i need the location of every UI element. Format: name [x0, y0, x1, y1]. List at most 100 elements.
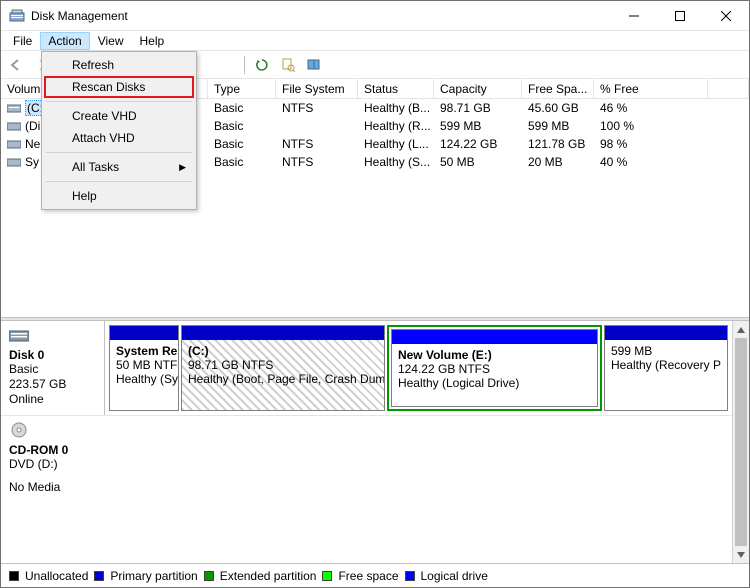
partition-c[interactable]: (C:) 98.71 GB NTFS Healthy (Boot, Page F… — [181, 325, 385, 411]
legend: Unallocated Primary partition Extended p… — [1, 563, 749, 587]
menu-action[interactable]: Action — [40, 32, 89, 50]
cell: 46 % — [594, 98, 708, 118]
disk-row-cdrom: CD-ROM 0 DVD (D:) No Media — [1, 416, 749, 516]
disk-icon — [9, 327, 29, 343]
close-button[interactable] — [703, 1, 749, 31]
cell: Basic — [208, 134, 276, 154]
cell: 599 MB — [522, 116, 594, 136]
menu-refresh[interactable]: Refresh — [44, 54, 194, 76]
back-button[interactable] — [5, 54, 27, 76]
volume-name: (Di — [25, 119, 40, 133]
disk-management-window: Disk Management File Action View Help Re… — [0, 0, 750, 588]
action-dropdown: Refresh Rescan Disks Create VHD Attach V… — [41, 51, 197, 210]
cell: Healthy (B... — [358, 98, 434, 118]
col-free[interactable]: Free Spa... — [522, 79, 594, 98]
cdrom-header[interactable]: CD-ROM 0 DVD (D:) No Media — [1, 416, 201, 516]
properties-icon[interactable] — [277, 54, 299, 76]
drive-icon — [7, 102, 21, 114]
col-type[interactable]: Type — [208, 79, 276, 98]
partition-recovery[interactable]: 599 MB Healthy (Recovery P — [604, 325, 728, 411]
help-icon[interactable] — [303, 54, 325, 76]
swatch-free — [322, 571, 332, 581]
col-volume[interactable]: Volume — [1, 79, 43, 98]
menu-help-item[interactable]: Help — [44, 185, 194, 207]
refresh-icon[interactable] — [251, 54, 273, 76]
partition-name: New Volume (E:) — [398, 348, 591, 362]
partition-status: Healthy (Sy — [116, 372, 172, 386]
cell: Healthy (R... — [358, 116, 434, 136]
maximize-button[interactable] — [657, 1, 703, 31]
disk-header[interactable]: Disk 0 Basic 223.57 GB Online — [1, 321, 105, 415]
volume-name: Ne — [25, 137, 40, 151]
scroll-up-icon[interactable] — [733, 321, 749, 338]
app-icon — [9, 8, 25, 24]
cell: 45.60 GB — [522, 98, 594, 118]
menu-view[interactable]: View — [90, 32, 132, 50]
partition-name: System Re — [116, 344, 172, 358]
cdrom-icon — [9, 422, 29, 438]
partition-size: 599 MB — [611, 344, 721, 358]
cell: NTFS — [276, 152, 358, 172]
disk-type: Basic — [9, 362, 96, 377]
menu-all-tasks-label: All Tasks — [72, 160, 119, 174]
swatch-unallocated — [9, 571, 19, 581]
cell: 40 % — [594, 152, 708, 172]
partition-bar — [605, 326, 727, 340]
scroll-down-icon[interactable] — [733, 546, 749, 563]
cdrom-name: CD-ROM 0 — [9, 443, 193, 457]
partition-status: Healthy (Recovery P — [611, 358, 721, 372]
cell: 98.71 GB — [434, 98, 522, 118]
partition-bar — [182, 326, 384, 340]
partition-size: 124.22 GB NTFS — [398, 362, 591, 376]
vertical-scrollbar[interactable] — [732, 321, 749, 563]
partition-size: 98.71 GB NTFS — [188, 358, 378, 372]
legend-label: Unallocated — [25, 569, 88, 583]
cell: Healthy (L... — [358, 134, 434, 154]
partition-strip: System Re 50 MB NTF Healthy (Sy (C:) 98.… — [105, 321, 749, 415]
menu-attach-vhd[interactable]: Attach VHD — [44, 127, 194, 149]
title-bar: Disk Management — [1, 1, 749, 31]
swatch-primary — [94, 571, 104, 581]
partition-name: (C:) — [188, 344, 378, 358]
menu-bar: File Action View Help — [1, 31, 749, 51]
menu-all-tasks[interactable]: All Tasks ▶ — [44, 156, 194, 178]
drive-icon — [7, 120, 21, 132]
swatch-logical — [405, 571, 415, 581]
cell: 121.78 GB — [522, 134, 594, 154]
cell: 124.22 GB — [434, 134, 522, 154]
col-pctfree[interactable]: % Free — [594, 79, 708, 98]
menu-help[interactable]: Help — [132, 32, 173, 50]
volume-name: Sy — [25, 155, 39, 169]
disk-row-0: Disk 0 Basic 223.57 GB Online System Re … — [1, 321, 749, 416]
cell: Basic — [208, 98, 276, 118]
cell: NTFS — [276, 134, 358, 154]
partition-size: 50 MB NTF — [116, 358, 172, 372]
partition-system-reserved[interactable]: System Re 50 MB NTF Healthy (Sy — [109, 325, 179, 411]
partition-bar — [110, 326, 178, 340]
menu-rescan-disks[interactable]: Rescan Disks — [44, 76, 194, 98]
minimize-button[interactable] — [611, 1, 657, 31]
window-title: Disk Management — [31, 9, 128, 23]
cdrom-type: DVD (D:) — [9, 457, 193, 472]
chevron-right-icon: ▶ — [179, 162, 186, 173]
drive-icon — [7, 156, 21, 168]
cell: Basic — [208, 116, 276, 136]
col-spacer — [708, 79, 749, 98]
partition-status: Healthy (Boot, Page File, Crash Dump — [188, 372, 378, 386]
partition-bar — [392, 330, 597, 344]
col-capacity[interactable]: Capacity — [434, 79, 522, 98]
window-buttons — [611, 1, 749, 31]
menu-file[interactable]: File — [5, 32, 40, 50]
menu-separator — [46, 152, 192, 153]
menu-create-vhd[interactable]: Create VHD — [44, 105, 194, 127]
cell: NTFS — [276, 98, 358, 118]
scroll-thumb[interactable] — [735, 338, 747, 546]
partition-new-volume[interactable]: New Volume (E:) 124.22 GB NTFS Healthy (… — [391, 329, 598, 407]
col-status[interactable]: Status — [358, 79, 434, 98]
menu-separator — [46, 181, 192, 182]
cell: 98 % — [594, 134, 708, 154]
cell: 100 % — [594, 116, 708, 136]
cell: Healthy (S... — [358, 152, 434, 172]
col-filesystem[interactable]: File System — [276, 79, 358, 98]
partition-status: Healthy (Logical Drive) — [398, 376, 591, 390]
